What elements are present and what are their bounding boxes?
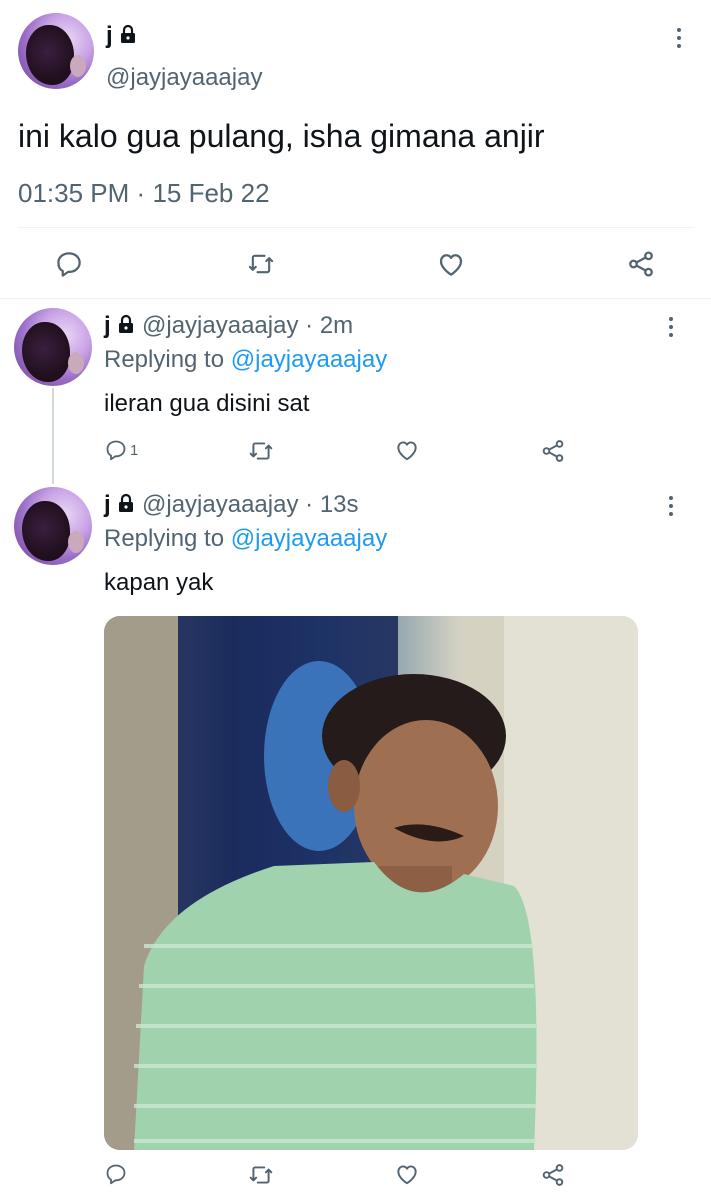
like-button[interactable]	[436, 249, 466, 279]
handle[interactable]: @jayjayaaajay	[142, 491, 298, 518]
like-button[interactable]	[394, 437, 420, 463]
display-name[interactable]: j	[106, 22, 113, 49]
tweet-text: kapan yak	[104, 569, 214, 596]
tweet-photo[interactable]	[104, 616, 638, 1150]
share-button[interactable]	[540, 438, 566, 464]
divider	[18, 227, 693, 228]
retweet-button[interactable]	[247, 1162, 275, 1188]
tweet-time[interactable]: 2m	[320, 312, 353, 339]
lock-icon	[117, 313, 135, 341]
reply-count: 1	[130, 441, 139, 459]
share-button[interactable]	[626, 249, 656, 279]
reply-icon	[54, 249, 84, 279]
divider	[0, 298, 711, 299]
like-button[interactable]	[394, 1161, 420, 1187]
share-icon	[540, 438, 566, 464]
more-options-icon[interactable]	[668, 496, 674, 516]
replying-to-link[interactable]: @jayjayaaajay	[231, 525, 387, 552]
more-options-icon[interactable]	[676, 28, 682, 48]
retweet-icon	[247, 438, 275, 464]
tweet-time: 01:35 PM	[18, 178, 130, 208]
reply-button[interactable]	[54, 249, 84, 279]
retweet-icon	[247, 1162, 275, 1188]
reply-icon	[104, 1162, 128, 1186]
handle[interactable]: @jayjayaaajay	[106, 64, 262, 92]
separator: ·	[136, 178, 146, 208]
retweet-button[interactable]	[246, 250, 276, 278]
thread-line	[52, 388, 54, 484]
reply-icon	[104, 438, 128, 462]
tweet-date: 15 Feb 22	[152, 178, 270, 208]
heart-icon	[436, 249, 466, 279]
tweet-time[interactable]: 13s	[320, 491, 359, 518]
handle[interactable]: @jayjayaaajay	[142, 312, 298, 339]
replying-label: Replying to	[104, 346, 225, 373]
retweet-icon	[246, 250, 276, 278]
share-icon	[626, 249, 656, 279]
heart-icon	[394, 437, 420, 463]
lock-icon	[119, 23, 137, 51]
heart-icon	[394, 1161, 420, 1187]
share-button[interactable]	[540, 1162, 566, 1188]
tweet-text: ileran gua disini sat	[104, 390, 310, 417]
replying-label: Replying to	[104, 525, 225, 552]
separator: ·	[305, 312, 314, 339]
more-options-icon[interactable]	[668, 317, 674, 337]
reply-button[interactable]	[104, 1162, 128, 1186]
photo-illustration	[104, 616, 638, 1150]
share-icon	[540, 1162, 566, 1188]
reply-button[interactable]: 1	[104, 438, 138, 462]
avatar[interactable]	[14, 308, 92, 386]
tweet-timestamp[interactable]: 01:35 PM · 15 Feb 22	[18, 178, 270, 208]
replying-to-link[interactable]: @jayjayaaajay	[231, 346, 387, 373]
lock-icon	[117, 492, 135, 520]
display-name[interactable]: j	[104, 312, 111, 339]
avatar[interactable]	[14, 487, 92, 565]
avatar[interactable]	[18, 13, 94, 89]
tweet-text: ini kalo gua pulang, isha gimana anjir	[18, 118, 545, 154]
display-name[interactable]: j	[104, 491, 111, 518]
retweet-button[interactable]	[247, 438, 275, 464]
separator: ·	[305, 491, 314, 518]
